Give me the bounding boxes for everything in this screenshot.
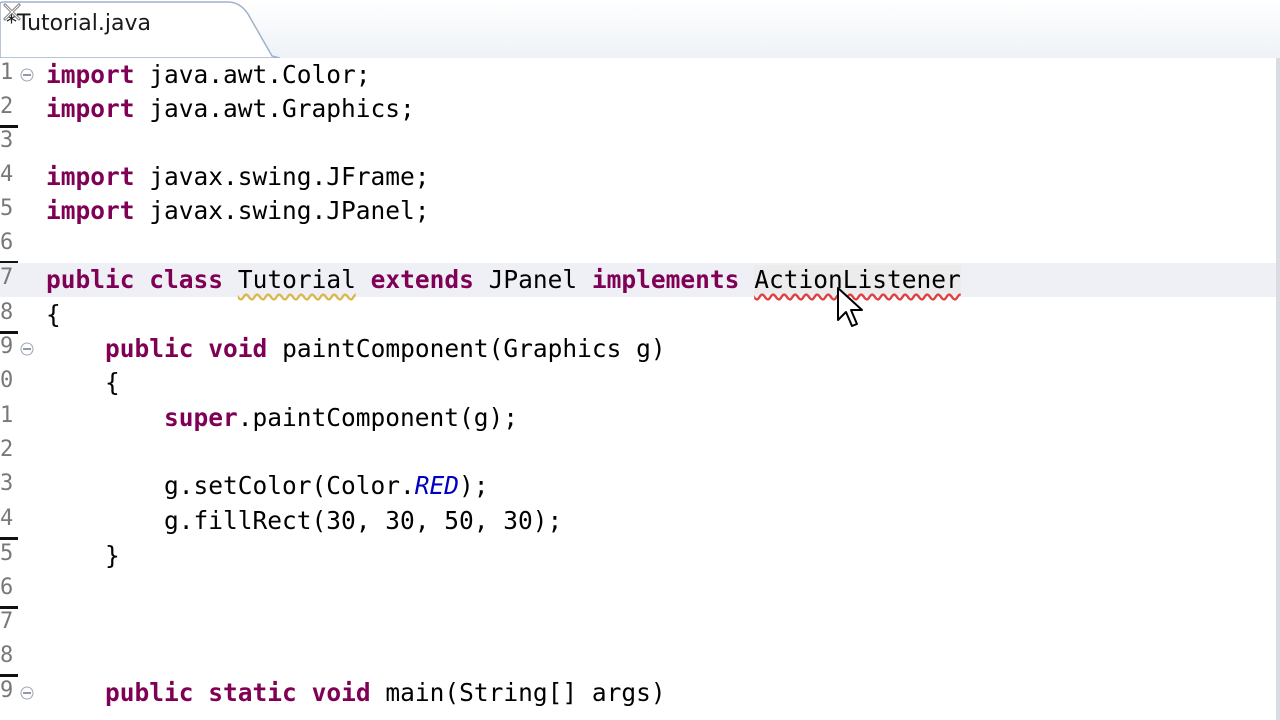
- code-fragment: paintComponent(Graphics g): [267, 334, 666, 363]
- editor-tab-bar: *Tutorial.java: [0, 0, 1280, 60]
- line-number: 9: [0, 334, 14, 359]
- code-fragment: .paintComponent(g);: [237, 403, 519, 432]
- code-fragment: g.fillRect(30, 30, 50, 30);: [164, 506, 563, 535]
- code-text: public class Tutorial extends JPanel imp…: [46, 263, 961, 297]
- keyword: void: [311, 678, 371, 707]
- line-number: 2: [0, 94, 14, 119]
- keyword: extends: [370, 265, 474, 294]
- code-line[interactable]: 6: [0, 573, 1276, 609]
- keyword: super: [164, 403, 238, 432]
- code-line[interactable]: 4 g.fillRect(30, 30, 50, 30);: [0, 504, 1276, 540]
- static-constant: RED: [414, 471, 460, 500]
- line-number: 3: [0, 128, 14, 153]
- keyword: class: [149, 265, 224, 294]
- code-text: g.fillRect(30, 30, 50, 30);: [46, 504, 562, 538]
- keyword: public: [46, 265, 135, 294]
- line-number: 0: [0, 368, 14, 393]
- line-number: 8: [0, 643, 14, 668]
- code-fragment: g.setColor(Color.: [164, 471, 415, 500]
- fold-collapse-icon[interactable]: [18, 68, 36, 82]
- keyword: import: [46, 60, 135, 89]
- line-number: 7: [0, 609, 14, 634]
- line-number: 4: [0, 506, 14, 531]
- line-number: 4: [0, 162, 14, 187]
- code-line[interactable]: 3 g.setColor(Color.RED);: [0, 469, 1276, 503]
- code-fragment: JPanel: [488, 265, 578, 294]
- code-text: g.setColor(Color.RED);: [46, 469, 489, 503]
- code-text: super.paintComponent(g);: [46, 401, 518, 435]
- code-line-current[interactable]: 7 public class Tutorial extends JPanel i…: [0, 263, 1276, 297]
- keyword: implements: [591, 265, 740, 294]
- keyword: void: [208, 334, 268, 363]
- tab-title: *Tutorial.java: [6, 11, 151, 36]
- code-line[interactable]: 5 }: [0, 539, 1276, 573]
- line-number: 2: [0, 437, 14, 462]
- code-line[interactable]: 9 public static void main(String[] args): [0, 676, 1276, 710]
- code-line[interactable]: 1 import java.awt.Color;: [0, 58, 1276, 92]
- code-fragment: );: [459, 471, 489, 500]
- code-line[interactable]: 2: [0, 435, 1276, 469]
- code-line[interactable]: 6: [0, 228, 1276, 264]
- code-text: public void paintComponent(Graphics g): [46, 332, 666, 366]
- code-line[interactable]: 5 import javax.swing.JPanel;: [0, 194, 1276, 228]
- code-fragment: main(String[] args): [370, 678, 666, 707]
- code-line[interactable]: 2 import java.awt.Graphics;: [0, 92, 1276, 128]
- code-fragment: javax.swing.JPanel;: [134, 196, 430, 225]
- code-line[interactable]: 8: [0, 641, 1276, 677]
- vertical-scrollbar[interactable]: [1276, 58, 1280, 720]
- keyword: static: [208, 678, 297, 707]
- code-fragment: java.awt.Color;: [134, 60, 371, 89]
- code-line[interactable]: 3: [0, 126, 1276, 160]
- line-number: 7: [0, 265, 14, 290]
- code-text: import javax.swing.JPanel;: [46, 194, 430, 228]
- line-number: 9: [0, 678, 14, 703]
- line-number: 6: [0, 230, 14, 255]
- code-line[interactable]: 4 import javax.swing.JFrame;: [0, 160, 1276, 194]
- fold-collapse-icon[interactable]: [18, 686, 36, 700]
- mouse-cursor-icon: [837, 287, 863, 327]
- code-fragment: java.awt.Graphics;: [134, 94, 415, 123]
- class-name-warning[interactable]: Tutorial: [238, 265, 356, 294]
- line-number: 3: [0, 471, 14, 496]
- code-line[interactable]: 1 super.paintComponent(g);: [0, 401, 1276, 435]
- keyword: import: [46, 196, 135, 225]
- keyword: import: [46, 94, 135, 123]
- line-number: 1: [0, 60, 14, 85]
- line-number: 8: [0, 300, 14, 325]
- code-line[interactable]: 8 {: [0, 298, 1276, 334]
- code-text: import java.awt.Graphics;: [46, 92, 415, 126]
- line-number: 1: [0, 403, 14, 428]
- code-text: }: [46, 541, 120, 570]
- line-number: 5: [0, 196, 14, 221]
- line-number: 6: [0, 575, 14, 600]
- code-line[interactable]: 9 public void paintComponent(Graphics g): [0, 332, 1276, 366]
- code-text: {: [46, 300, 61, 329]
- tab-tutorial-java[interactable]: *Tutorial.java: [0, 0, 280, 58]
- code-text: {: [46, 368, 120, 397]
- fold-collapse-icon[interactable]: [18, 342, 36, 356]
- code-line[interactable]: 0 {: [0, 366, 1276, 400]
- close-icon[interactable]: [0, 0, 24, 24]
- code-line[interactable]: 7: [0, 607, 1276, 641]
- code-text: import javax.swing.JFrame;: [46, 160, 430, 194]
- code-fragment: javax.swing.JFrame;: [134, 162, 430, 191]
- keyword: public: [105, 334, 194, 363]
- keyword: import: [46, 162, 135, 191]
- code-text: public static void main(String[] args): [46, 676, 666, 710]
- code-text: import java.awt.Color;: [46, 58, 371, 92]
- line-number: 5: [0, 541, 14, 566]
- keyword: public: [105, 678, 194, 707]
